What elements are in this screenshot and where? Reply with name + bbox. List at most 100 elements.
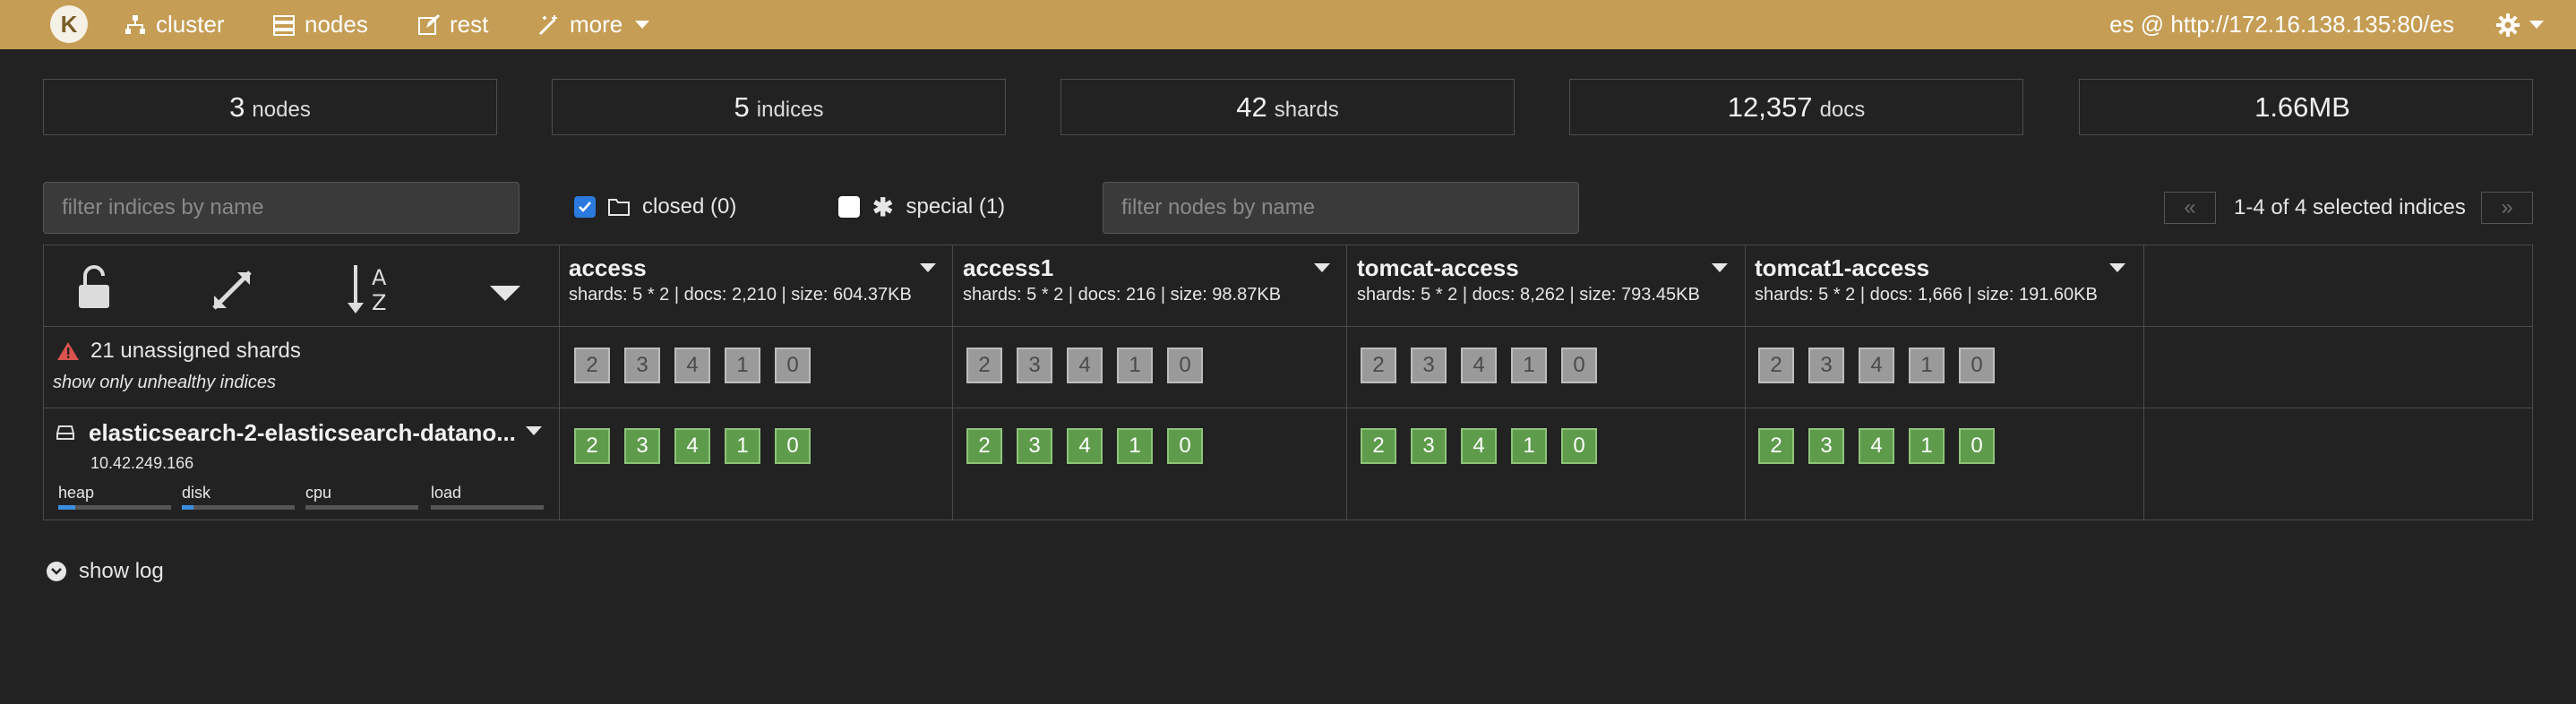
unassigned-shard[interactable]: 4 (674, 348, 710, 383)
assigned-shard[interactable]: 3 (624, 428, 660, 464)
stat-size: 1.66MB (2079, 79, 2533, 135)
filter-indices-input[interactable] (43, 182, 519, 234)
svg-text:A: A (372, 265, 387, 290)
asterisk-icon: ✱ (872, 193, 894, 221)
connection-url[interactable]: es @ http://172.16.138.135:80/es (2109, 0, 2454, 49)
folder-icon (608, 199, 630, 216)
unassigned-shard[interactable]: 4 (1859, 348, 1894, 383)
unlock-icon[interactable] (76, 265, 112, 310)
cpu-bar (305, 505, 418, 510)
unassigned-shard[interactable]: 1 (1511, 348, 1547, 383)
pager-text: 1-4 of 4 selected indices (2234, 195, 2466, 219)
nav-rest[interactable]: rest (417, 0, 488, 49)
index-name[interactable]: tomcat-access (1357, 254, 1519, 282)
hdd-icon (56, 425, 74, 440)
warning-icon (57, 342, 79, 360)
index-name[interactable]: tomcat1-access (1755, 254, 1929, 282)
disk-bar (182, 505, 295, 510)
unassigned-shard[interactable]: 4 (1067, 348, 1103, 383)
unassigned-shard[interactable]: 0 (1561, 348, 1597, 383)
unassigned-shard[interactable]: 0 (775, 348, 811, 383)
index-name[interactable]: access (569, 254, 647, 282)
show-log-toggle[interactable]: show log (47, 559, 164, 584)
assigned-shard[interactable]: 1 (1117, 428, 1153, 464)
heap-label: heap (58, 484, 95, 502)
sort-alpha-icon[interactable]: AZ (345, 263, 395, 317)
special-checkbox[interactable] (838, 196, 860, 218)
index-meta: shards: 5 * 2 | docs: 8,262 | size: 793.… (1357, 285, 1700, 305)
chevron-down-icon[interactable] (1314, 263, 1330, 272)
node-name[interactable]: elasticsearch-2-elasticsearch-datano... (89, 419, 516, 447)
unassigned-shard[interactable]: 1 (1909, 348, 1945, 383)
assigned-shard[interactable]: 0 (1561, 428, 1597, 464)
node-ip: 10.42.249.166 (90, 454, 194, 472)
cpu-label: cpu (305, 484, 332, 502)
unassigned-shard[interactable]: 2 (1758, 348, 1794, 383)
sitemap-icon (125, 14, 145, 34)
assigned-shard[interactable]: 4 (1067, 428, 1103, 464)
assigned-shard[interactable]: 3 (1808, 428, 1844, 464)
kopf-logo[interactable]: K (50, 5, 88, 43)
unassigned-shard[interactable]: 1 (725, 348, 760, 383)
special-filter[interactable]: ✱ special (1) (838, 189, 1005, 225)
nav-nodes[interactable]: nodes (272, 0, 368, 49)
index-name[interactable]: access1 (963, 254, 1053, 282)
assigned-shard[interactable]: 0 (1959, 428, 1995, 464)
disk-label: disk (182, 484, 211, 502)
options-dropdown-icon[interactable] (490, 286, 520, 301)
show-unhealthy-link[interactable]: show only unhealthy indices (53, 373, 276, 393)
unassigned-shard[interactable]: 3 (1017, 348, 1052, 383)
closed-filter[interactable]: closed (0) (574, 189, 736, 225)
pager-prev-button[interactable]: « (2164, 192, 2216, 224)
assigned-shard[interactable]: 2 (966, 428, 1002, 464)
assigned-shard[interactable]: 1 (1511, 428, 1547, 464)
assigned-shard[interactable]: 2 (1361, 428, 1396, 464)
assigned-shard[interactable]: 2 (574, 428, 610, 464)
chevron-down-icon[interactable] (2109, 263, 2125, 272)
unassigned-shard[interactable]: 3 (1808, 348, 1844, 383)
unassigned-shard[interactable]: 0 (1959, 348, 1995, 383)
nav-more[interactable]: more (537, 0, 650, 49)
stat-docs: 12,357 docs (1569, 79, 2023, 135)
assigned-shard[interactable]: 4 (674, 428, 710, 464)
stat-indices: 5 indices (552, 79, 1006, 135)
unassigned-shard[interactable]: 4 (1461, 348, 1497, 383)
gear-icon (2496, 13, 2520, 37)
svg-text:Z: Z (372, 290, 386, 315)
pager-next-button[interactable]: » (2481, 192, 2533, 224)
load-label: load (431, 484, 462, 502)
unassigned-shard[interactable]: 2 (1361, 348, 1396, 383)
unassigned-row (44, 327, 2532, 408)
navbar: K cluster nodes rest more es @ http://17… (0, 0, 2576, 49)
expand-icon[interactable] (210, 269, 253, 312)
chevron-down-icon (2529, 21, 2544, 29)
nav-cluster[interactable]: cluster (124, 0, 225, 49)
magic-icon (538, 14, 557, 35)
index-meta: shards: 5 * 2 | docs: 1,666 | size: 191.… (1755, 285, 2098, 305)
unassigned-shard[interactable]: 2 (966, 348, 1002, 383)
settings-menu[interactable] (2495, 0, 2544, 49)
unassigned-shard[interactable]: 2 (574, 348, 610, 383)
chevron-down-icon[interactable] (526, 426, 542, 435)
assigned-shard[interactable]: 0 (1167, 428, 1203, 464)
heap-bar (58, 505, 171, 510)
chevron-down-icon[interactable] (1712, 263, 1728, 272)
unassigned-shard[interactable]: 3 (1411, 348, 1447, 383)
closed-checkbox[interactable] (574, 196, 596, 218)
checkmark-icon (579, 202, 591, 212)
assigned-shard[interactable]: 2 (1758, 428, 1794, 464)
unassigned-shard[interactable]: 1 (1117, 348, 1153, 383)
chevron-down-icon[interactable] (920, 263, 936, 272)
filter-nodes-input[interactable] (1103, 182, 1579, 234)
server-icon (273, 14, 295, 36)
assigned-shard[interactable]: 1 (725, 428, 760, 464)
unassigned-shard[interactable]: 0 (1167, 348, 1203, 383)
assigned-shard[interactable]: 4 (1859, 428, 1894, 464)
assigned-shard[interactable]: 3 (1017, 428, 1052, 464)
unassigned-shard[interactable]: 3 (624, 348, 660, 383)
assigned-shard[interactable]: 3 (1411, 428, 1447, 464)
assigned-shard[interactable]: 4 (1461, 428, 1497, 464)
assigned-shard[interactable]: 0 (775, 428, 811, 464)
load-bar (431, 505, 544, 510)
assigned-shard[interactable]: 1 (1909, 428, 1945, 464)
